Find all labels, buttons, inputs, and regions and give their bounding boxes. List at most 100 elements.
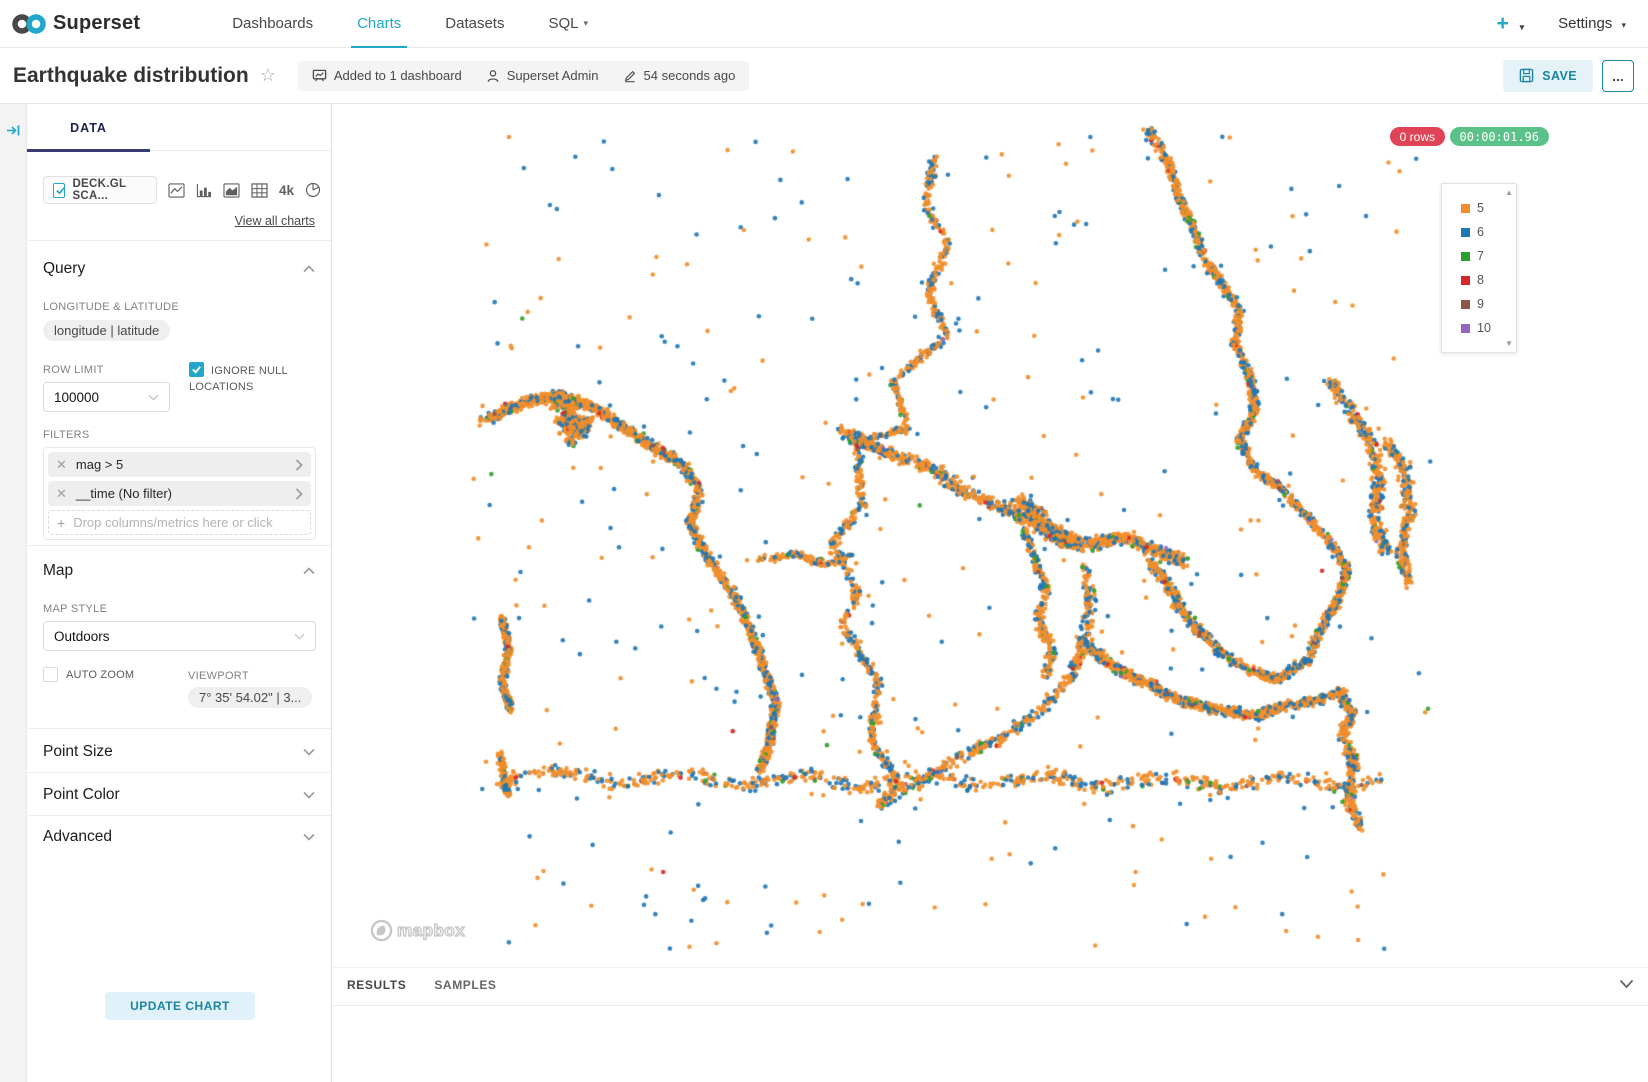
section-point-size[interactable]: Point Size	[43, 737, 315, 767]
collapse-results-icon[interactable]	[1619, 976, 1634, 994]
drop-columns-zone[interactable]: + Drop columns/metrics here or click	[48, 510, 311, 535]
more-actions-button[interactable]: ...	[1602, 60, 1634, 92]
nav-item-dashboards[interactable]: Dashboards	[210, 0, 335, 47]
brand-name: Superset	[53, 12, 140, 35]
chevron-right-icon	[295, 488, 303, 500]
legend-swatch	[1461, 276, 1470, 285]
tab-samples[interactable]: SAMPLES	[434, 978, 496, 992]
viz-4k-chip[interactable]: 4k	[279, 183, 294, 198]
nav-item-sql[interactable]: SQL ▾	[526, 0, 610, 47]
query-timer-badge: 00:00:01.96	[1450, 127, 1549, 146]
mapbox-icon	[370, 919, 393, 942]
area-chart-icon[interactable]	[223, 183, 240, 198]
chevron-down-icon: ▾	[583, 18, 588, 29]
divider	[27, 240, 331, 241]
last-modified-meta[interactable]: 54 seconds ago	[623, 68, 736, 83]
lonlat-label: LONGITUDE & LATITUDE	[43, 301, 179, 313]
remove-filter-icon[interactable]: ✕	[56, 486, 67, 502]
viewport-chip[interactable]: 7° 35' 54.02" | 3...	[188, 687, 312, 708]
auto-zoom-checkbox[interactable]: AUTO ZOOM	[43, 667, 134, 682]
section-point-color[interactable]: Point Color	[43, 780, 315, 810]
legend-label: 6	[1477, 225, 1484, 239]
chevron-down-icon	[303, 748, 315, 756]
filters-box: ✕ mag > 5 ✕ __time (No filter) + Drop co…	[43, 447, 316, 540]
results-panel: RESULTS SAMPLES	[332, 967, 1648, 1082]
chart-header: Earthquake distribution ☆ Added to 1 das…	[0, 48, 1648, 104]
legend-item: 9	[1461, 292, 1516, 316]
pie-chart-icon[interactable]	[305, 182, 321, 198]
legend-label: 9	[1477, 297, 1484, 311]
divider	[27, 772, 331, 773]
map-legend[interactable]: 5 6 7 8 9 10 ▲ ▼	[1441, 183, 1517, 353]
ignore-null-checkbox[interactable]: IGNORE NULL LOCATIONS	[189, 362, 315, 395]
control-panel: DATA DECK.GL SCA... 4k	[27, 104, 332, 1082]
section-advanced[interactable]: Advanced	[43, 822, 315, 852]
scroll-up-icon[interactable]: ▲	[1505, 188, 1513, 197]
page-title: Earthquake distribution	[13, 64, 249, 88]
new-menu-button[interactable]: + ▾	[1496, 12, 1524, 36]
legend-item: 6	[1461, 220, 1516, 244]
pencil-icon	[623, 69, 637, 83]
update-chart-button[interactable]: UPDATE CHART	[105, 992, 255, 1020]
settings-menu-button[interactable]: Settings ▾	[1558, 15, 1626, 32]
view-all-charts-link[interactable]: View all charts	[235, 214, 315, 228]
checkbox-checked-icon	[53, 183, 65, 198]
nav-item-charts[interactable]: Charts	[335, 0, 423, 47]
user-icon	[486, 69, 500, 83]
nav-right: + ▾ Settings ▾	[1496, 12, 1648, 36]
map-style-select[interactable]: Outdoors	[43, 621, 316, 651]
chevron-right-icon	[295, 459, 303, 471]
scroll-down-icon[interactable]: ▼	[1505, 339, 1513, 348]
chevron-down-icon	[294, 633, 305, 640]
legend-swatch	[1461, 252, 1470, 261]
line-chart-icon[interactable]	[168, 183, 185, 198]
legend-label: 7	[1477, 249, 1484, 263]
mapbox-attribution[interactable]: mapbox	[370, 919, 465, 942]
legend-swatch	[1461, 300, 1470, 309]
section-query[interactable]: Query	[43, 254, 315, 284]
filters-label: FILTERS	[43, 429, 90, 441]
superset-logo[interactable]: Superset	[0, 12, 154, 36]
legend-swatch	[1461, 228, 1470, 237]
nav-item-datasets[interactable]: Datasets	[423, 0, 526, 47]
viz-type-chip[interactable]: DECK.GL SCA...	[43, 176, 157, 204]
navbar: Superset Dashboards Charts Datasets SQL …	[0, 0, 1648, 48]
table-icon[interactable]	[251, 183, 268, 198]
legend-item: 7	[1461, 244, 1516, 268]
legend-label: 10	[1477, 321, 1491, 335]
viewport-label: VIEWPORT	[188, 670, 249, 682]
owner-meta[interactable]: Superset Admin	[486, 68, 599, 83]
expand-panel-icon[interactable]	[5, 122, 22, 144]
infinity-logo-icon	[12, 12, 46, 36]
panel-tabs: DATA	[27, 104, 331, 151]
tab-results[interactable]: RESULTS	[347, 978, 406, 992]
legend-items: 5 6 7 8 9 10	[1461, 196, 1516, 340]
nav-items: Dashboards Charts Datasets SQL ▾	[210, 0, 610, 47]
divider	[332, 1005, 1648, 1006]
favorite-star-icon[interactable]: ☆	[260, 65, 276, 86]
legend-swatch	[1461, 324, 1470, 333]
legend-item: 8	[1461, 268, 1516, 292]
filter-item-mag[interactable]: ✕ mag > 5	[48, 452, 311, 477]
checkbox-unchecked-icon	[43, 667, 58, 682]
chevron-up-icon	[303, 567, 315, 575]
legend-item: 5	[1461, 196, 1516, 220]
chevron-down-icon: ▾	[1520, 22, 1525, 32]
dashboards-meta[interactable]: Added to 1 dashboard	[312, 68, 462, 83]
dashboard-icon	[312, 68, 327, 83]
filter-item-time[interactable]: ✕ __time (No filter)	[48, 481, 311, 506]
tab-data[interactable]: DATA	[27, 104, 150, 151]
divider	[27, 545, 331, 546]
save-button[interactable]: SAVE	[1503, 60, 1593, 92]
chevron-down-icon	[303, 833, 315, 841]
bar-chart-icon[interactable]	[196, 183, 212, 198]
section-map[interactable]: Map	[43, 556, 315, 586]
chevron-down-icon: ▾	[1621, 20, 1626, 30]
lonlat-chip[interactable]: longitude | latitude	[43, 320, 170, 341]
row-limit-select[interactable]: 100000	[43, 382, 170, 412]
legend-label: 5	[1477, 201, 1484, 215]
remove-filter-icon[interactable]: ✕	[56, 457, 67, 473]
chevron-down-icon	[148, 394, 159, 401]
legend-item: 10	[1461, 316, 1516, 340]
row-limit-label: ROW LIMIT	[43, 364, 104, 376]
